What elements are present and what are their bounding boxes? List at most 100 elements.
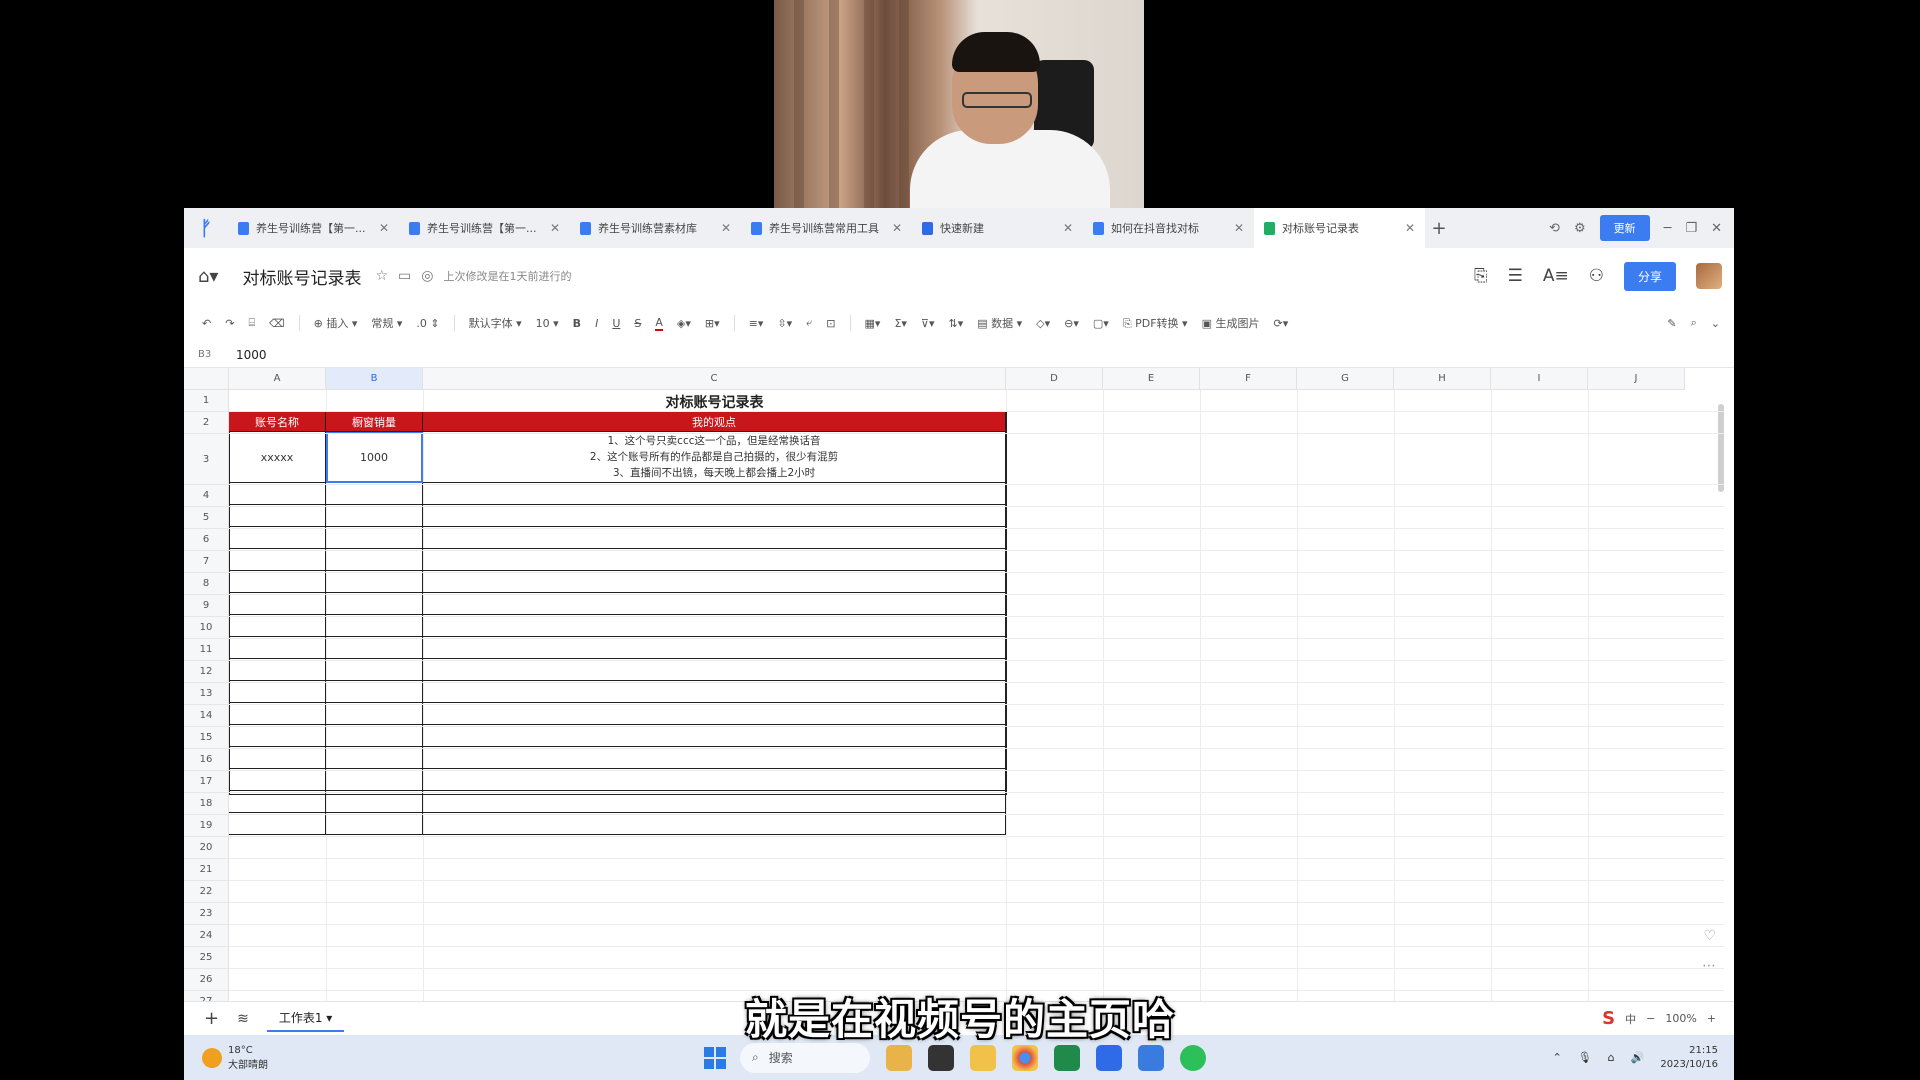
filter-icon[interactable]: ⊽▾ [921,317,935,330]
row-header[interactable]: 10 [184,617,229,639]
close-icon[interactable]: ✕ [1063,221,1073,235]
row-header[interactable]: 17 [184,771,229,793]
close-icon[interactable]: ✕ [1234,221,1244,235]
row-header[interactable]: 19 [184,815,229,837]
collaborator-icon[interactable]: ⚇ [1589,266,1604,286]
feishu-icon[interactable] [1138,1044,1164,1071]
font-family-select[interactable]: 默认字体 ▾ [469,315,522,331]
table-cell[interactable] [326,527,423,549]
export-icon[interactable]: ⎘ [1474,266,1488,286]
share-button[interactable]: 分享 [1623,261,1676,291]
column-header-g[interactable]: G [1297,368,1394,390]
table-cell[interactable] [326,549,423,571]
row-header[interactable]: 12 [184,661,229,683]
sort-icon[interactable]: ⇅▾ [949,317,964,330]
eraser-icon[interactable]: ⌫ [269,317,285,330]
format-painter-icon[interactable]: ⌸ [248,316,255,330]
paint-icon[interactable]: ✎ [1667,317,1676,330]
text-style-icon[interactable]: A≡ [1543,266,1569,286]
border-icon[interactable]: ⊞▾ [705,317,720,330]
page-title[interactable]: 对标账号记录表 [242,264,361,289]
close-icon[interactable]: ✕ [379,221,389,235]
tray-expand-icon[interactable]: ⌃ [1552,1051,1561,1064]
cell-a3[interactable]: xxxxx [229,432,326,483]
table-cell[interactable] [326,483,423,505]
column-header-a[interactable]: A [229,368,326,390]
table-cell[interactable] [423,813,1006,835]
tab-active-sheet[interactable]: 对标账号记录表 ✕ [1254,208,1425,248]
history-icon[interactable]: ⟳▾ [1273,317,1288,330]
task-view-icon[interactable] [928,1044,954,1071]
table-cell[interactable] [229,615,326,637]
table-cell[interactable] [326,615,423,637]
chevron-down-icon[interactable]: ⌄ [1711,317,1720,330]
file-explorer-icon[interactable] [970,1044,996,1071]
avatar[interactable] [1696,263,1722,289]
column-header-j[interactable]: J [1588,368,1685,390]
table-cell[interactable] [423,791,1006,813]
select-all-corner[interactable] [184,368,229,390]
table-cell[interactable] [229,571,326,593]
tab-quick-new[interactable]: 快速新建 ✕ [912,208,1083,248]
fill-color-icon[interactable]: ◈▾ [677,317,691,330]
sheet-title[interactable]: 对标账号记录表 [423,392,1006,412]
mic-icon[interactable]: 🎙 [1578,1051,1592,1064]
taskbar-search[interactable]: ⌕ 搜索 [740,1042,870,1073]
bold-icon[interactable]: B [573,317,581,330]
merge-cells-icon[interactable]: ⊡ [826,317,835,330]
font-color-icon[interactable]: A [655,316,663,331]
font-size-select[interactable]: 10 ▾ [536,317,559,330]
column-header-f[interactable]: F [1200,368,1297,390]
system-clock[interactable]: 21:15 2023/10/16 [1660,1044,1718,1072]
table-cell[interactable] [229,659,326,681]
underline-icon[interactable]: U [612,317,620,330]
home-icon[interactable]: ⌂▾ [198,266,218,287]
table-cell[interactable] [229,549,326,571]
tab-doc-2[interactable]: 养生号训练营【第一... ✕ [399,208,570,248]
more-icon[interactable]: ⋯ [1702,958,1716,974]
data-menu-button[interactable]: ▤ 数据 ▾ [977,315,1022,331]
chrome-icon[interactable] [1012,1044,1038,1071]
comment-icon[interactable]: ▢▾ [1093,317,1109,330]
table-cell[interactable] [229,483,326,505]
table-cell[interactable] [229,593,326,615]
table-cell[interactable] [326,659,423,681]
table-cell[interactable] [229,769,326,791]
cell-b3[interactable]: 1000 [326,432,423,483]
network-icon[interactable]: ⌂ [1608,1051,1615,1064]
star-icon[interactable]: ☆ [375,268,388,284]
cell-reference[interactable]: B3 [184,349,236,360]
feedback-icon[interactable]: ♡ [1703,928,1716,944]
table-cell[interactable] [326,571,423,593]
row-header[interactable]: 1 [184,390,229,412]
row-header[interactable]: 24 [184,925,229,947]
table-cell[interactable] [423,659,1006,681]
close-icon[interactable]: ✕ [1405,221,1415,235]
row-header[interactable]: 3 [184,434,229,485]
column-header-d[interactable]: D [1006,368,1103,390]
formula-input[interactable]: 1000 [236,348,267,362]
table-cell[interactable] [229,505,326,527]
close-icon[interactable]: ✕ [550,221,560,235]
table-cell[interactable] [326,681,423,703]
column-header-c[interactable]: C [423,368,1006,390]
header-my-opinion[interactable]: 我的观点 [423,412,1006,432]
redo-icon[interactable]: ↷ [225,317,234,330]
table-cell[interactable] [326,747,423,769]
vertical-align-icon[interactable]: ⇳▾ [777,317,792,330]
excel-icon[interactable] [1054,1044,1080,1071]
sum-icon[interactable]: Σ▾ [894,317,906,330]
new-tab-button[interactable]: + [1425,218,1453,239]
table-cell[interactable] [423,483,1006,505]
generate-image-button[interactable]: ▣ 生成图片 [1202,315,1260,331]
windows-start-icon[interactable] [704,1046,726,1069]
pdf-convert-button[interactable]: ⎘ PDF转换 ▾ [1123,315,1188,331]
row-header[interactable]: 25 [184,947,229,969]
wechat-icon[interactable] [1180,1044,1206,1071]
table-cell[interactable] [229,637,326,659]
table-cell[interactable] [229,747,326,769]
volume-icon[interactable]: 🔊 [1631,1051,1645,1064]
table-cell[interactable] [326,725,423,747]
app-logo-icon[interactable]: ᚠ [184,208,228,248]
minimize-icon[interactable]: ─ [1664,221,1672,236]
